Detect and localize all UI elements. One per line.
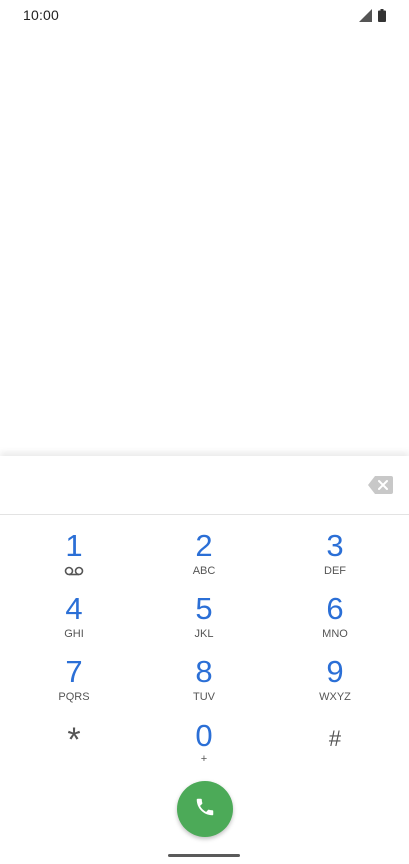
dial-key-0[interactable]: 0 +	[154, 719, 254, 777]
key-digit: 8	[195, 654, 213, 689]
backspace-icon[interactable]	[368, 476, 393, 494]
key-letters: MNO	[322, 628, 348, 640]
key-digit: 0	[195, 718, 213, 753]
key-digit: 4	[65, 591, 83, 626]
key-digit: #	[328, 726, 342, 751]
battery-icon	[378, 9, 386, 27]
key-letters: GHI	[64, 628, 84, 640]
phone-icon	[194, 796, 216, 823]
key-digit: 2	[195, 528, 213, 563]
key-digit: 7	[65, 654, 83, 689]
dial-key-6[interactable]: 6 MNO	[285, 592, 385, 650]
key-digit: 9	[326, 654, 344, 689]
dial-key-4[interactable]: 4 GHI	[24, 592, 124, 650]
key-digit: 3	[326, 528, 344, 563]
dial-key-star[interactable]: *	[24, 720, 124, 778]
key-letters: TUV	[193, 691, 215, 703]
dial-key-8[interactable]: 8 TUV	[154, 655, 254, 713]
home-indicator[interactable]	[168, 854, 240, 857]
key-letters: JKL	[194, 628, 214, 640]
status-icons	[359, 9, 386, 27]
key-letters: WXYZ	[319, 691, 351, 703]
dial-key-1[interactable]: 1	[24, 529, 124, 587]
key-letters: PQRS	[58, 691, 90, 703]
key-digit: 6	[326, 591, 344, 626]
dial-key-9[interactable]: 9 WXYZ	[285, 655, 385, 713]
key-letters: DEF	[324, 565, 346, 577]
key-letters: ABC	[192, 565, 216, 577]
status-time: 10:00	[23, 7, 60, 23]
dial-key-7[interactable]: 7 PQRS	[24, 655, 124, 713]
key-digit: *	[67, 721, 81, 759]
signal-icon	[359, 9, 372, 27]
dial-key-pound[interactable]: #	[285, 722, 385, 780]
key-digit: 5	[195, 591, 213, 626]
dial-key-5[interactable]: 5 JKL	[154, 592, 254, 650]
status-bar: 10:00	[0, 0, 409, 30]
dial-key-2[interactable]: 2 ABC	[154, 529, 254, 587]
number-display[interactable]	[0, 456, 409, 515]
key-digit: 1	[65, 528, 83, 563]
dial-key-3[interactable]: 3 DEF	[285, 529, 385, 587]
voicemail-icon	[24, 563, 124, 577]
key-letters: +	[200, 753, 208, 765]
call-button[interactable]	[177, 781, 233, 837]
